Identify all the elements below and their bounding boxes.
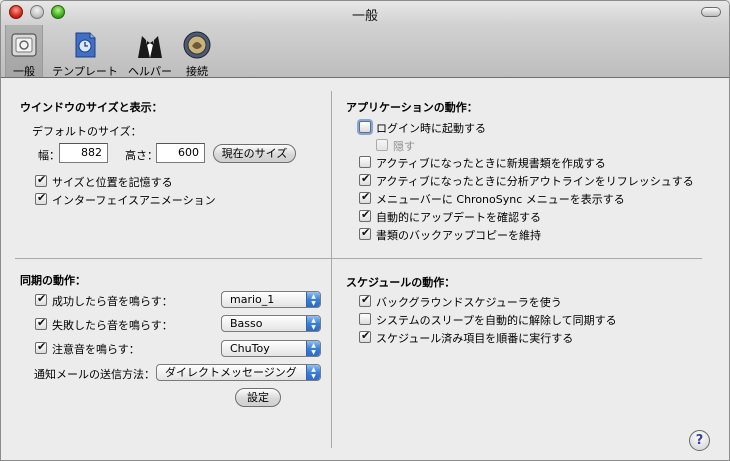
mail-method-value: ダイレクトメッセージング bbox=[165, 366, 297, 379]
toolbar-toggle-button[interactable] bbox=[701, 7, 721, 17]
popup-arrows-icon: ▲ ▼ bbox=[306, 341, 320, 356]
backup-copy-row[interactable]: 書類のバックアップコピーを維持 bbox=[359, 226, 689, 242]
height-field[interactable]: 600 bbox=[156, 143, 205, 163]
interface-animation-label: インターフェイスアニメーション bbox=[52, 194, 216, 207]
current-size-button[interactable]: 現在のサイズ bbox=[213, 144, 296, 163]
refresh-outline-checkbox[interactable] bbox=[359, 172, 371, 186]
popup-arrows-icon: ▲ ▼ bbox=[306, 316, 320, 331]
success-sound-popup[interactable]: mario_1 ▲ ▼ bbox=[221, 291, 321, 308]
remember-position-label: サイズと位置を記憶する bbox=[52, 176, 173, 189]
width-label: 幅： bbox=[38, 149, 60, 162]
backup-copy-checkbox[interactable] bbox=[359, 226, 371, 240]
sync-behavior-section-title: 同期の動作： bbox=[20, 274, 86, 287]
backup-copy-label: 書類のバックアップコピーを維持 bbox=[376, 229, 541, 242]
sleep-sync-row[interactable]: システムのスリープを自動的に解除して同期する bbox=[359, 313, 689, 327]
menubar-menu-checkbox[interactable] bbox=[359, 190, 371, 204]
failure-sound-popup[interactable]: Basso ▲ ▼ bbox=[221, 315, 321, 332]
menubar-menu-row[interactable]: メニューバーに ChronoSync メニューを表示する bbox=[359, 190, 689, 206]
run-in-order-label: スケジュール済み項目を順番に実行する bbox=[376, 332, 574, 345]
remember-position-row[interactable]: サイズと位置を記憶する bbox=[35, 173, 295, 189]
toolbar-item-general[interactable]: 一般 bbox=[5, 25, 43, 78]
title-toolbar: 一般 一般 テンプレート ヘルパー 接続 bbox=[1, 1, 729, 78]
toolbar-item-connection[interactable]: 接続 bbox=[178, 25, 216, 78]
help-button[interactable]: ? bbox=[689, 430, 710, 451]
auto-update-label: 自動的にアップデートを確認する bbox=[376, 211, 541, 224]
failure-sound-row[interactable]: 失敗したら音を鳴らす： bbox=[35, 316, 215, 332]
preferences-window: 一般 一般 テンプレート ヘルパー 接続 ウインドウのサイズと表示： デフォルト… bbox=[0, 0, 730, 461]
toolbar-item-template[interactable]: テンプレート bbox=[49, 25, 121, 78]
failure-sound-checkbox[interactable] bbox=[35, 316, 47, 330]
sleep-sync-checkbox[interactable] bbox=[359, 313, 371, 325]
refresh-outline-row[interactable]: アクティブになったときに分析アウトラインをリフレッシュする bbox=[359, 172, 699, 188]
success-sound-value: mario_1 bbox=[230, 293, 275, 306]
mail-method-popup[interactable]: ダイレクトメッセージング ▲ ▼ bbox=[156, 364, 321, 381]
new-document-row[interactable]: アクティブになったときに新規書類を作成する bbox=[359, 156, 689, 170]
alert-sound-value: ChuToy bbox=[230, 342, 270, 355]
background-scheduler-row[interactable]: バックグラウンドスケジューラを使う bbox=[359, 293, 689, 309]
success-sound-label: 成功したら音を鳴らす： bbox=[52, 295, 173, 308]
new-document-checkbox[interactable] bbox=[359, 156, 371, 168]
menubar-menu-label: メニューバーに ChronoSync メニューを表示する bbox=[376, 193, 625, 206]
interface-animation-row[interactable]: インターフェイスアニメーション bbox=[35, 191, 295, 207]
new-document-label: アクティブになったときに新規書類を作成する bbox=[376, 157, 606, 170]
launch-at-login-row[interactable]: ログイン時に起動する bbox=[359, 121, 689, 135]
right-horizontal-divider bbox=[332, 258, 702, 259]
interface-animation-checkbox[interactable] bbox=[35, 191, 47, 205]
auto-update-row[interactable]: 自動的にアップデートを確認する bbox=[359, 208, 689, 224]
toolbar-item-helper[interactable]: ヘルパー bbox=[125, 25, 175, 78]
hide-row: 隠す bbox=[376, 139, 496, 153]
remember-position-checkbox[interactable] bbox=[35, 173, 47, 187]
toolbar-label-connection: 接続 bbox=[186, 65, 208, 78]
failure-sound-label: 失敗したら音を鳴らす： bbox=[52, 319, 173, 332]
width-field[interactable]: 882 bbox=[59, 143, 108, 163]
launch-at-login-checkbox[interactable] bbox=[359, 121, 371, 133]
refresh-outline-label: アクティブになったときに分析アウトラインをリフレッシュする bbox=[376, 175, 694, 188]
alert-sound-label: 注意音を鳴らす： bbox=[52, 343, 140, 356]
settings-button[interactable]: 設定 bbox=[235, 388, 281, 407]
vertical-divider bbox=[331, 91, 332, 448]
failure-sound-value: Basso bbox=[230, 317, 263, 330]
sleep-sync-label: システムのスリープを自動的に解除して同期する bbox=[376, 314, 617, 327]
toolbar-label-template: テンプレート bbox=[52, 65, 118, 78]
alert-sound-checkbox[interactable] bbox=[35, 340, 47, 354]
window-title: 一般 bbox=[351, 9, 378, 24]
success-sound-row[interactable]: 成功したら音を鳴らす： bbox=[35, 292, 215, 308]
left-horizontal-divider bbox=[15, 258, 331, 259]
auto-update-checkbox[interactable] bbox=[359, 208, 371, 222]
butler-helper-icon bbox=[138, 36, 162, 58]
schedule-behavior-section-title: スケジュールの動作： bbox=[346, 276, 456, 289]
connection-globe-icon bbox=[183, 31, 211, 59]
popup-arrows-icon: ▲ ▼ bbox=[306, 365, 320, 380]
mail-method-label: 通知メールの送信方法： bbox=[34, 368, 155, 381]
hide-label: 隠す bbox=[393, 140, 415, 153]
template-document-icon bbox=[75, 32, 96, 58]
alert-sound-popup[interactable]: ChuToy ▲ ▼ bbox=[221, 340, 321, 357]
toolbar-label-general: 一般 bbox=[13, 65, 35, 78]
background-scheduler-label: バックグラウンドスケジューラを使う bbox=[376, 296, 562, 309]
run-in-order-row[interactable]: スケジュール済み項目を順番に実行する bbox=[359, 329, 689, 345]
window-display-section-title: ウインドウのサイズと表示： bbox=[20, 101, 163, 114]
popup-arrows-icon: ▲ ▼ bbox=[306, 292, 320, 307]
height-label: 高さ： bbox=[125, 149, 158, 162]
app-behavior-section-title: アプリケーションの動作： bbox=[346, 101, 478, 114]
hide-checkbox bbox=[376, 139, 388, 151]
run-in-order-checkbox[interactable] bbox=[359, 329, 371, 343]
general-prefs-icon bbox=[11, 33, 37, 57]
launch-at-login-label: ログイン時に起動する bbox=[376, 122, 486, 135]
toolbar-label-helper: ヘルパー bbox=[128, 65, 172, 78]
alert-sound-row[interactable]: 注意音を鳴らす： bbox=[35, 340, 215, 356]
success-sound-checkbox[interactable] bbox=[35, 292, 47, 306]
background-scheduler-checkbox[interactable] bbox=[359, 293, 371, 307]
default-size-label: デフォルトのサイズ： bbox=[32, 125, 142, 138]
